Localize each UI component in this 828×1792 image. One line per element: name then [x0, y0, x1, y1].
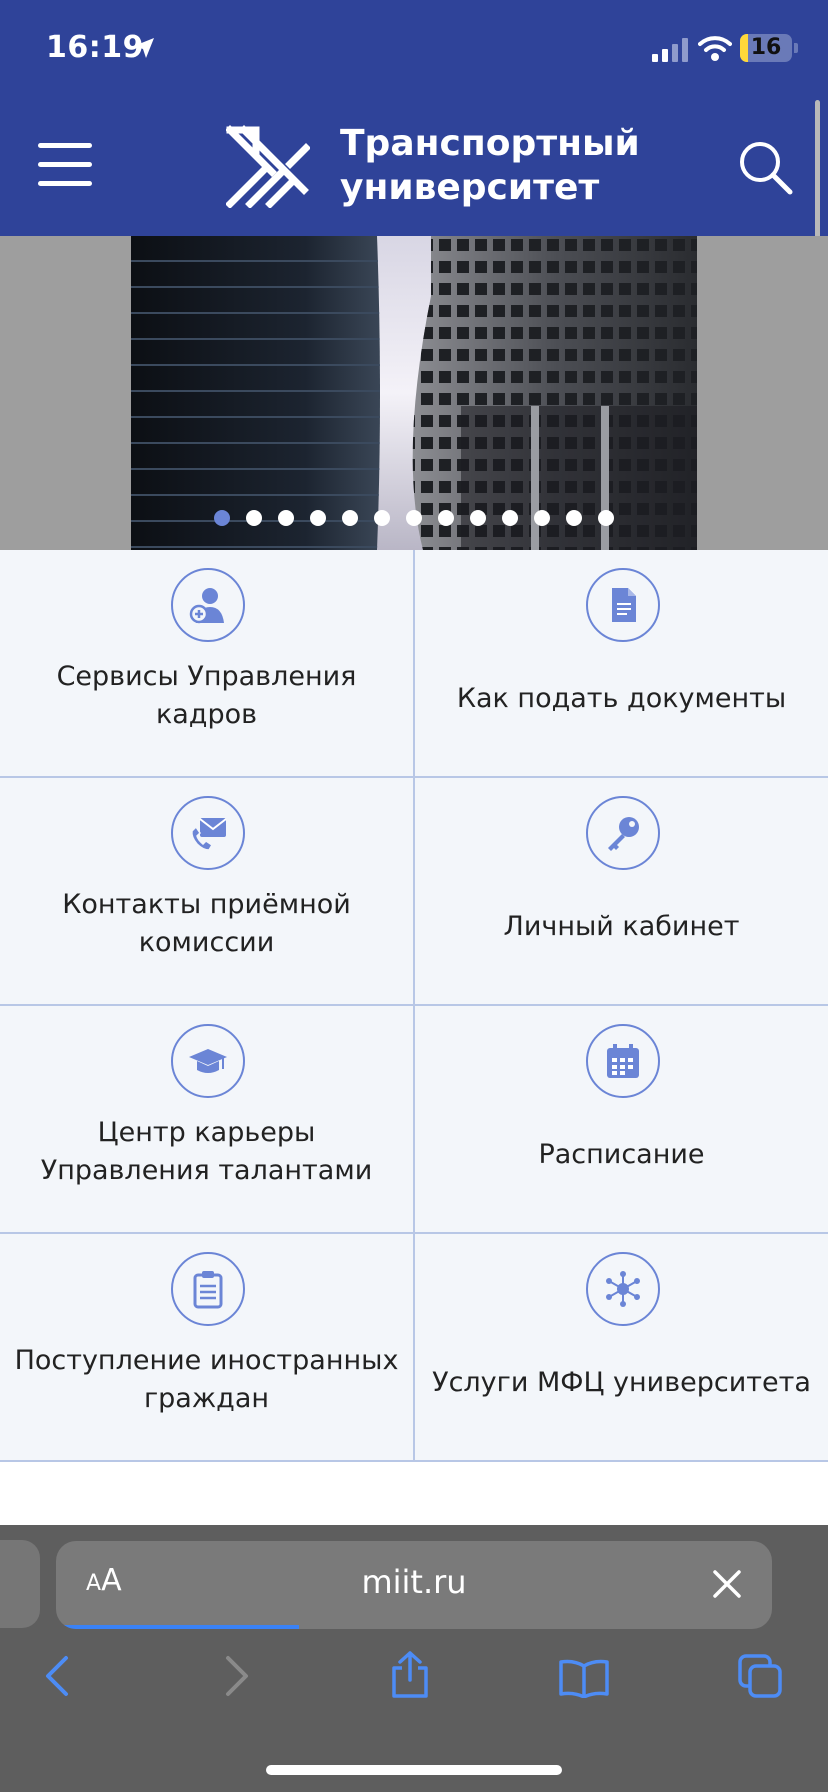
search-icon[interactable]	[738, 140, 794, 196]
tile-label: Сервисы Управления кадров	[56, 661, 357, 730]
tile-mfc-services[interactable]: Услуги МФЦ университета	[415, 1234, 828, 1462]
image-carousel[interactable]	[0, 236, 828, 550]
battery-indicator: 16	[740, 34, 792, 62]
tile-admissions-contacts[interactable]: Контакты приёмной комиссии	[0, 778, 415, 1006]
stop-loading-icon[interactable]	[712, 1569, 742, 1599]
tile-schedule[interactable]: Расписание	[415, 1006, 828, 1234]
home-indicator[interactable]	[266, 1765, 562, 1775]
hamburger-line	[38, 181, 92, 186]
calendar-icon	[585, 1024, 660, 1098]
brand-line-2: университет	[340, 167, 600, 208]
tile-label: Расписание	[538, 1139, 705, 1170]
carousel-dot[interactable]	[534, 510, 550, 526]
share-icon[interactable]	[388, 1650, 432, 1700]
brand-name[interactable]: Транспортный университет	[340, 122, 640, 210]
carousel-dot[interactable]	[246, 510, 262, 526]
tile-label: Поступление иностранных граждан	[14, 1345, 399, 1414]
location-arrow-icon	[134, 38, 154, 58]
back-icon[interactable]	[44, 1654, 72, 1698]
carousel-dot[interactable]	[502, 510, 518, 526]
tile-foreign-admission[interactable]: Поступление иностранных граждан	[0, 1234, 415, 1462]
hamburger-line	[38, 162, 92, 167]
carousel-dot[interactable]	[278, 510, 294, 526]
battery-percent: 16	[750, 35, 782, 60]
wifi-icon	[698, 36, 732, 61]
network-icon	[585, 1252, 660, 1326]
page-load-progress	[56, 1625, 300, 1629]
carousel-dot[interactable]	[374, 510, 390, 526]
address-bar[interactable]: AA miit.ru	[56, 1541, 772, 1629]
carousel-dot[interactable]	[470, 510, 486, 526]
document-icon	[585, 568, 660, 642]
url-text: miit.ru	[361, 1563, 467, 1601]
tile-personal-cabinet[interactable]: Личный кабинет	[415, 778, 828, 1006]
carousel-dot[interactable]	[438, 510, 454, 526]
hamburger-line	[38, 143, 92, 148]
clipboard-icon	[170, 1252, 245, 1326]
tile-label: Центр карьеры Управления талантами	[40, 1117, 373, 1186]
carousel-dot[interactable]	[566, 510, 582, 526]
previous-tab-preview[interactable]	[0, 1540, 40, 1628]
carousel-dot[interactable]	[214, 510, 230, 526]
tile-submit-documents[interactable]: Как подать документы	[415, 550, 828, 778]
university-logo-icon[interactable]	[226, 124, 310, 208]
forward-icon[interactable]	[222, 1654, 250, 1698]
carousel-photo	[131, 236, 697, 550]
tile-label: Личный кабинет	[503, 911, 740, 942]
tile-hr-services[interactable]: Сервисы Управления кадров	[0, 550, 415, 778]
carousel-dot[interactable]	[342, 510, 358, 526]
menu-button[interactable]	[38, 140, 94, 190]
tabs-icon[interactable]	[736, 1652, 784, 1700]
user-plus-icon	[170, 568, 245, 642]
tile-label: Контакты приёмной комиссии	[62, 889, 351, 958]
bookmarks-icon[interactable]	[558, 1658, 610, 1698]
battery-cap	[794, 43, 798, 53]
carousel-dot[interactable]	[310, 510, 326, 526]
cellular-signal-icon	[652, 38, 688, 62]
tile-label: Как подать документы	[456, 683, 787, 714]
brand-line-1: Транспортный	[340, 123, 640, 164]
status-time: 16:19	[46, 30, 144, 65]
tile-career-center[interactable]: Центр карьеры Управления талантами	[0, 1006, 415, 1234]
tile-label: Услуги МФЦ университета	[432, 1367, 811, 1398]
quick-links-grid: Сервисы Управления кадров Как подать док…	[0, 550, 828, 1462]
key-icon	[585, 796, 660, 870]
carousel-dot[interactable]	[406, 510, 422, 526]
carousel-dot[interactable]	[598, 510, 614, 526]
phone-mail-icon	[170, 796, 245, 870]
graduation-cap-icon	[170, 1024, 245, 1098]
